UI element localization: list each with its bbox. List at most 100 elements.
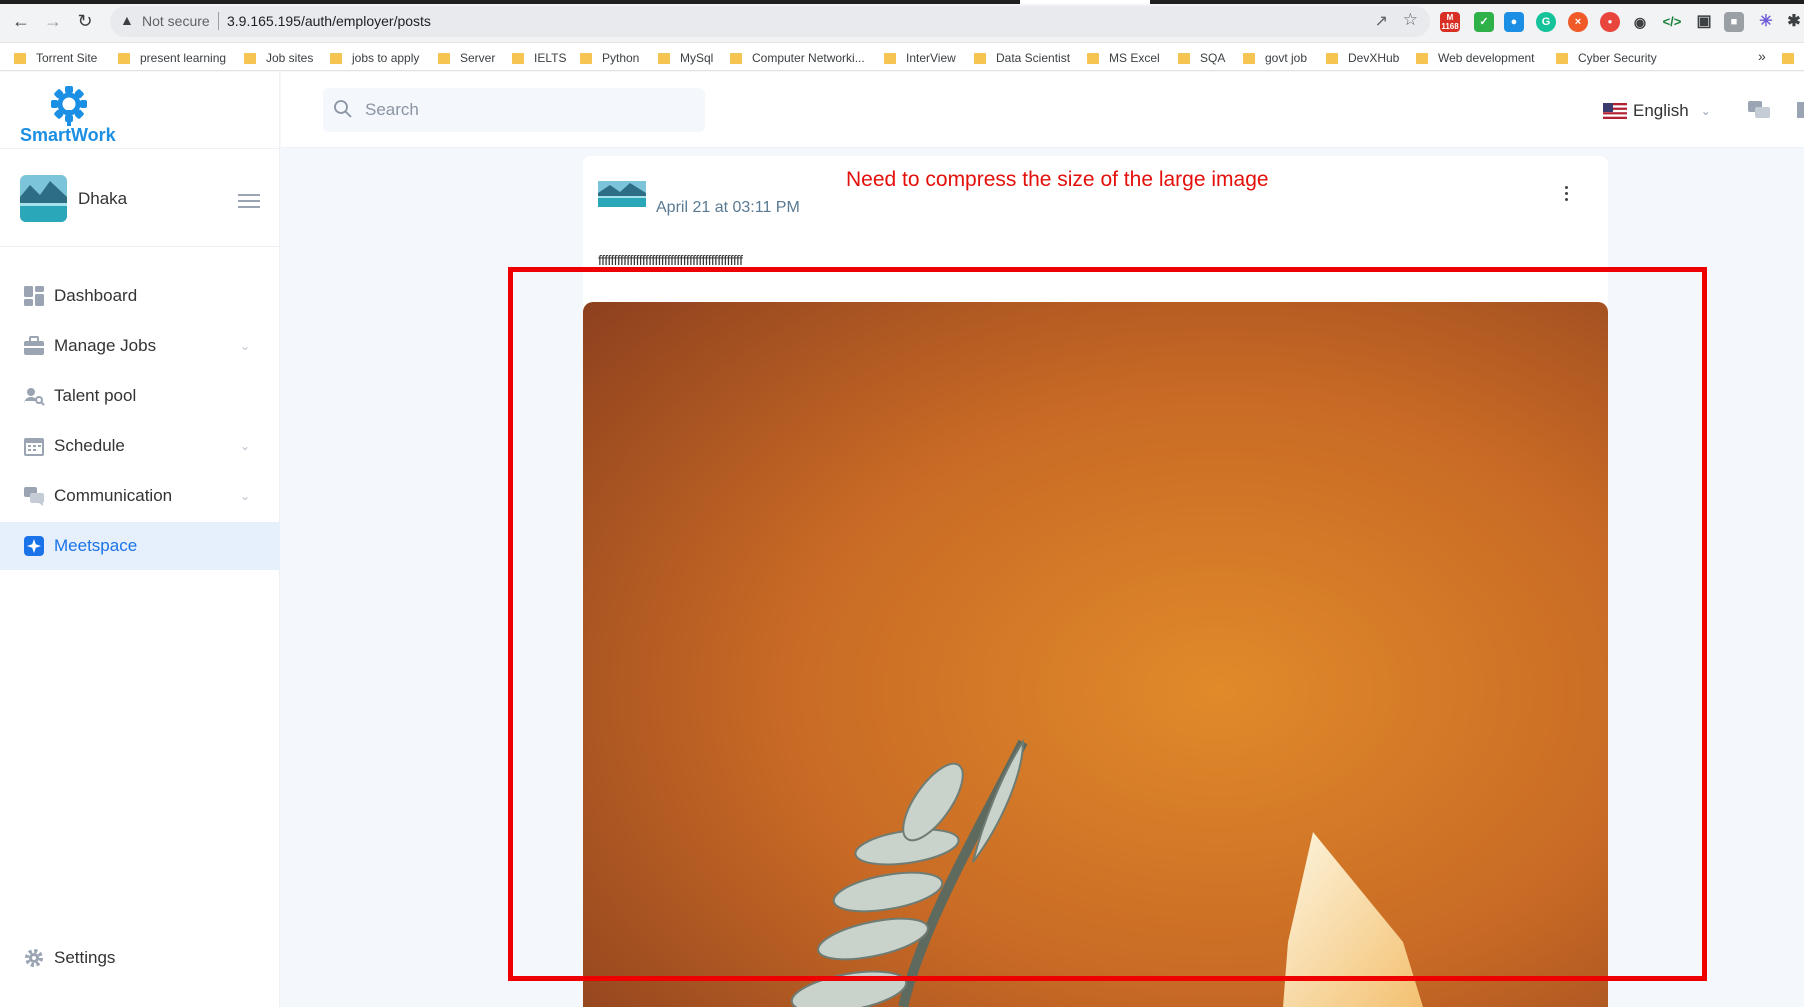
search-box[interactable] bbox=[323, 88, 705, 132]
bookmark-folder[interactable] bbox=[1782, 50, 1804, 66]
reload-icon[interactable]: ↻ bbox=[74, 10, 96, 32]
grammarly-icon[interactable]: G bbox=[1536, 12, 1556, 32]
share-icon[interactable]: ↗ bbox=[1375, 11, 1388, 31]
meetspace-icon bbox=[24, 536, 44, 556]
bookmark-folder[interactable]: SQA bbox=[1178, 50, 1225, 66]
chevron-down-icon[interactable]: ⌄ bbox=[240, 489, 250, 503]
search-icon bbox=[334, 100, 352, 118]
drop-extension-icon[interactable]: ● bbox=[1504, 12, 1524, 32]
bookmark-label: Computer Networki... bbox=[752, 51, 865, 65]
bookmark-folder[interactable]: Computer Networki... bbox=[730, 50, 865, 66]
sidebar-item-settings[interactable]: Settings bbox=[0, 934, 280, 982]
language-selector[interactable]: English ⌄ bbox=[1603, 100, 1711, 122]
gear-icon bbox=[25, 949, 43, 967]
active-tab-edge[interactable] bbox=[1020, 0, 1150, 4]
code-extension-icon[interactable]: </> bbox=[1662, 12, 1682, 32]
messages-icon[interactable] bbox=[1747, 99, 1771, 121]
bookmark-folder[interactable]: IELTS bbox=[512, 50, 566, 66]
gmail-badge: 1168 bbox=[1441, 22, 1459, 31]
shield-extension-icon[interactable]: ✓ bbox=[1474, 12, 1494, 32]
chevron-down-icon[interactable]: ⌄ bbox=[240, 439, 250, 453]
search-input[interactable] bbox=[365, 96, 685, 124]
bookmark-label: SQA bbox=[1200, 51, 1226, 65]
bookmark-folder[interactable]: present learning bbox=[118, 50, 226, 66]
avatar[interactable] bbox=[20, 175, 67, 222]
brand-name: SmartWork bbox=[20, 125, 116, 145]
sidebar-item-label: Communication bbox=[54, 486, 173, 505]
puzzle-extension-icon[interactable]: ✱ bbox=[1784, 12, 1804, 32]
chevron-down-icon[interactable]: ⌄ bbox=[240, 339, 250, 353]
folder-icon bbox=[118, 52, 130, 64]
bookmark-label: jobs to apply bbox=[352, 51, 420, 65]
folder-icon bbox=[1416, 52, 1428, 64]
menu-toggle-icon[interactable] bbox=[238, 194, 260, 208]
address-bar[interactable]: ▲ Not secure 3.9.165.195/auth/employer/p… bbox=[110, 6, 1430, 37]
bookmark-folder[interactable]: Cyber Security bbox=[1556, 50, 1657, 66]
folder-icon bbox=[438, 52, 450, 64]
bookmark-folder[interactable]: govt job bbox=[1243, 50, 1307, 66]
bookmark-folder[interactable]: Server bbox=[438, 50, 495, 66]
folder-icon bbox=[884, 52, 896, 64]
sidebar-item-manage-jobs[interactable]: Manage Jobs ⌄ bbox=[0, 322, 280, 370]
asterisk-extension-icon[interactable]: ✳ bbox=[1756, 12, 1776, 32]
back-icon[interactable]: ← bbox=[10, 10, 32, 32]
url-text[interactable]: 3.9.165.195/auth/employer/posts bbox=[227, 13, 431, 29]
more-options-icon[interactable] bbox=[1563, 186, 1569, 204]
folder-icon bbox=[1087, 52, 1099, 64]
brand-logo[interactable]: SmartWork bbox=[18, 80, 120, 146]
annotation-note: Need to compress the size of the large i… bbox=[846, 168, 1269, 191]
tab-strip-right bbox=[1150, 0, 1804, 4]
us-flag-icon bbox=[1603, 103, 1627, 119]
bookmark-label: Job sites bbox=[266, 51, 314, 65]
user-name: Dhaka bbox=[78, 189, 128, 208]
bookmark-label: MS Excel bbox=[1109, 51, 1160, 65]
bookmark-folder[interactable]: Web development bbox=[1416, 50, 1535, 66]
chevron-down-icon: ⌄ bbox=[1700, 104, 1711, 118]
tab-strip-left bbox=[0, 0, 1020, 4]
dashboard-icon bbox=[24, 286, 44, 306]
sidebar-item-meetspace[interactable]: Meetspace bbox=[0, 522, 280, 570]
mouse-extension-icon[interactable]: ◉ bbox=[1630, 12, 1650, 32]
bookmark-label: Web development bbox=[1438, 51, 1535, 65]
sidebar-item-dashboard[interactable]: Dashboard bbox=[0, 272, 280, 320]
bookmark-folder[interactable]: MySql bbox=[658, 50, 713, 66]
forward-icon[interactable]: → bbox=[42, 10, 64, 32]
folder-icon bbox=[1782, 52, 1794, 64]
bookmark-folder[interactable]: Job sites bbox=[244, 50, 313, 66]
not-secure-label: Not secure bbox=[142, 13, 210, 29]
gmail-extension-icon[interactable]: M 1168 bbox=[1440, 12, 1460, 32]
address-separator bbox=[218, 12, 219, 30]
notification-icon[interactable] bbox=[1797, 102, 1804, 118]
landscape-avatar-icon bbox=[598, 181, 646, 207]
bookmark-folder[interactable]: Data Scientist bbox=[974, 50, 1070, 66]
bookmarks-overflow-button[interactable]: » bbox=[1758, 48, 1766, 64]
x-extension-icon[interactable]: × bbox=[1568, 12, 1588, 32]
picture-extension-icon[interactable]: ■ bbox=[1724, 12, 1744, 32]
bookmark-folder[interactable]: jobs to apply bbox=[330, 50, 419, 66]
folder-icon bbox=[244, 52, 256, 64]
bookmark-folder[interactable]: InterView bbox=[884, 50, 956, 66]
screenshot-extension-icon[interactable]: ▣ bbox=[1694, 12, 1714, 32]
bookmark-label: InterView bbox=[906, 51, 956, 65]
chat-icon bbox=[24, 487, 44, 506]
bookmark-label: Server bbox=[460, 51, 496, 65]
folder-icon bbox=[658, 52, 670, 64]
bookmarks-bar: Torrent Site present learning Job sites … bbox=[0, 43, 1804, 71]
bookmark-folder[interactable]: Python bbox=[580, 50, 639, 66]
folder-icon bbox=[14, 52, 26, 64]
sidebar-item-schedule[interactable]: Schedule ⌄ bbox=[0, 422, 280, 470]
bookmark-folder[interactable]: DevXHub bbox=[1326, 50, 1399, 66]
bookmark-folder[interactable]: Torrent Site bbox=[14, 50, 97, 66]
smartwork-logo-icon bbox=[51, 86, 87, 126]
bookmark-label: Cyber Security bbox=[1578, 51, 1657, 65]
sidebar-item-label: Manage Jobs bbox=[54, 336, 157, 355]
post-author-avatar[interactable] bbox=[598, 181, 646, 207]
star-icon[interactable]: ☆ bbox=[1403, 10, 1418, 30]
bookmark-folder[interactable]: MS Excel bbox=[1087, 50, 1160, 66]
sidebar-item-label: Meetspace bbox=[54, 536, 138, 555]
sidebar-item-talent-pool[interactable]: Talent pool bbox=[0, 372, 280, 420]
rec-extension-icon[interactable]: ● bbox=[1600, 12, 1620, 32]
sidebar-item-communication[interactable]: Communication ⌄ bbox=[0, 472, 280, 520]
user-search-icon bbox=[24, 388, 45, 406]
bookmark-label: Torrent Site bbox=[36, 51, 98, 65]
